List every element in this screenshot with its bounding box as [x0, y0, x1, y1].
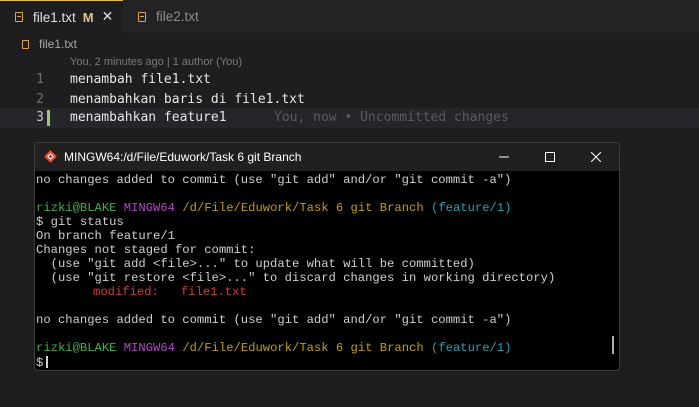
file-icon	[22, 39, 29, 49]
prompt-branch: (feature/1)	[431, 201, 512, 215]
prompt-line: rizki@BLAKE MINGW64 /d/File/Eduwork/Task…	[36, 201, 512, 216]
tab-label: file1.txt	[33, 9, 76, 25]
line-text[interactable]: menambahkan feature1	[70, 108, 227, 128]
terminal-title: MINGW64:/d/File/Eduwork/Task 6 git Branc…	[64, 150, 302, 164]
terminal-output[interactable]: no changes added to commit (use "git add…	[35, 173, 610, 370]
input-line[interactable]: $	[36, 356, 49, 370]
line-text[interactable]: menambah file1.txt	[70, 70, 211, 90]
command-line: $ git status	[36, 215, 124, 229]
line-number: 1	[36, 72, 44, 87]
breadcrumb-file[interactable]: file1.txt	[39, 37, 77, 51]
editor-tab-bar: file1.txt M ✕ file2.txt	[0, 0, 699, 33]
terminal-line: On branch feature/1	[36, 229, 175, 243]
terminal-line: (use "git add <file>..." to update what …	[36, 257, 475, 271]
prompt-line: rizki@BLAKE MINGW64 /d/File/Eduwork/Task…	[36, 341, 512, 356]
code-line[interactable]: 2 menambahkan baris di file1.txt	[0, 90, 699, 110]
terminal-line: no changes added to commit (use "git add…	[36, 173, 512, 187]
close-button[interactable]	[573, 143, 619, 171]
git-added-indicator	[47, 110, 50, 126]
modified-line: modified: file1.txt	[93, 285, 247, 300]
tab-file1[interactable]: file1.txt M ✕	[0, 0, 123, 33]
prompt-branch: (feature/1)	[431, 341, 512, 355]
text-cursor	[46, 356, 49, 368]
prompt-user: rizki@BLAKE	[36, 201, 117, 215]
git-bash-icon	[44, 150, 57, 163]
code-line[interactable]: 1 menambah file1.txt	[0, 70, 699, 90]
file-icon	[15, 12, 23, 22]
prompt-path: /d/File/Eduwork/Task 6 git Branch	[182, 201, 424, 215]
minimize-icon	[499, 156, 509, 158]
line-number: 2	[36, 92, 44, 107]
terminal-line: no changes added to commit (use "git add…	[36, 313, 512, 327]
maximize-icon	[545, 152, 555, 162]
inline-blame-annotation: You, now • Uncommitted changes	[274, 110, 509, 125]
modified-file: file1.txt	[180, 285, 247, 299]
terminal-line: (use "git restore <file>..." to discard …	[36, 271, 556, 285]
prompt-path: /d/File/Eduwork/Task 6 git Branch	[182, 341, 424, 355]
blame-codelens[interactable]: You, 2 minutes ago | 1 author (You)	[70, 56, 242, 68]
tab-file2[interactable]: file2.txt	[123, 0, 223, 33]
prompt-env: MINGW64	[123, 201, 175, 215]
terminal-line: Changes not staged for commit:	[36, 243, 256, 257]
terminal-scrollbar[interactable]	[612, 336, 614, 354]
line-number: 3	[36, 110, 44, 125]
minimize-button[interactable]	[481, 143, 527, 171]
code-line-current[interactable]: 3 menambahkan feature1 You, now • Uncomm…	[0, 108, 699, 128]
prompt-user: rizki@BLAKE	[36, 341, 117, 355]
close-icon[interactable]: ✕	[102, 9, 114, 25]
line-text[interactable]: menambahkan baris di file1.txt	[70, 90, 305, 110]
terminal-window[interactable]: MINGW64:/d/File/Eduwork/Task 6 git Branc…	[34, 142, 620, 371]
modified-label: modified:	[93, 285, 159, 299]
tab-label: file2.txt	[156, 9, 199, 24]
input-prompt: $	[36, 356, 44, 370]
close-icon	[591, 152, 601, 162]
breadcrumb[interactable]: file1.txt	[22, 37, 77, 51]
maximize-button[interactable]	[527, 143, 573, 171]
terminal-title-bar[interactable]: MINGW64:/d/File/Eduwork/Task 6 git Branc…	[35, 143, 619, 171]
file-icon	[138, 11, 146, 22]
modified-badge: M	[82, 9, 94, 25]
prompt-env: MINGW64	[123, 341, 175, 355]
